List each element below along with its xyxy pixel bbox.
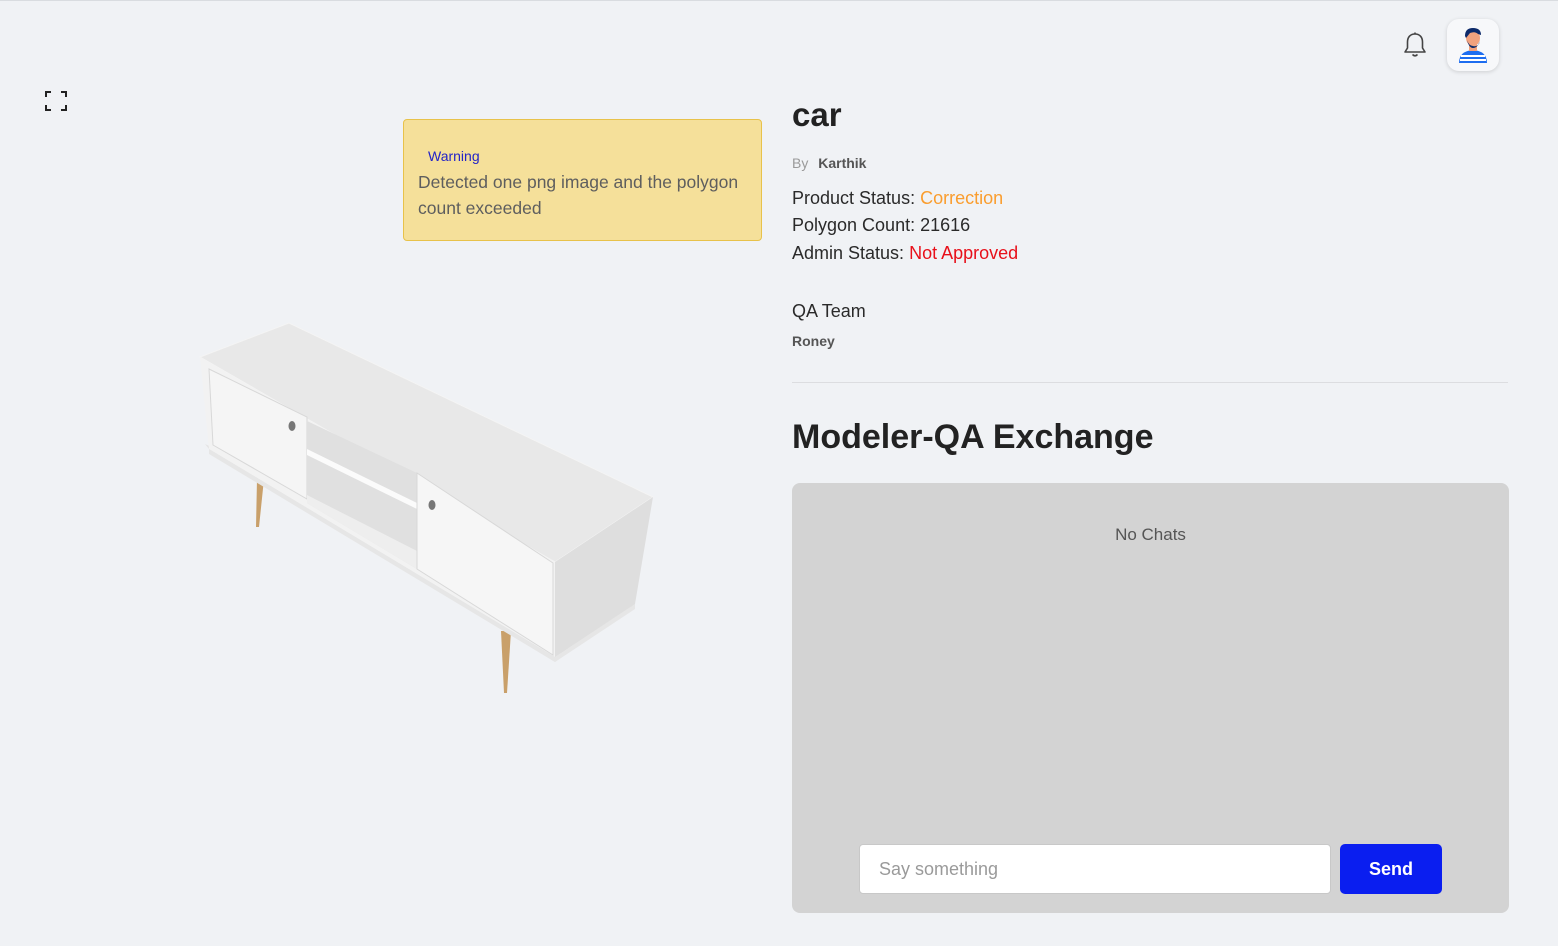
qa-team-member: Roney	[792, 333, 835, 349]
chat-panel: No Chats Send	[792, 483, 1509, 913]
product-3d-viewer[interactable]	[195, 319, 660, 697]
polygon-count-label: Polygon Count:	[792, 215, 916, 235]
admin-status-label: Admin Status:	[792, 243, 905, 263]
warning-message: Detected one png image and the polygon c…	[418, 172, 739, 218]
warning-box: Warning Detected one png image and the p…	[403, 119, 762, 241]
no-chats-text: No Chats	[1115, 525, 1186, 544]
by-label: By	[792, 155, 809, 171]
exchange-title: Modeler-QA Exchange	[792, 418, 1154, 456]
product-status-label: Product Status:	[792, 188, 916, 208]
bell-icon[interactable]	[1402, 31, 1428, 59]
user-avatar-icon[interactable]	[1447, 19, 1499, 71]
author-name: Karthik	[818, 155, 867, 171]
fullscreen-icon[interactable]	[44, 90, 68, 112]
send-button[interactable]: Send	[1340, 844, 1442, 894]
qa-team-label: QA Team	[792, 301, 866, 321]
tv-cabinet-model	[198, 322, 655, 693]
section-divider	[792, 382, 1508, 383]
chat-message-input[interactable]	[859, 844, 1331, 894]
product-status-value: Correction	[920, 188, 1004, 208]
warning-title: Warning	[428, 148, 480, 164]
product-title: car	[792, 96, 842, 133]
product-status-line: Product Status: Correction	[792, 188, 1003, 209]
author-line: By Karthik	[792, 155, 866, 171]
admin-status-value: Not Approved	[909, 243, 1019, 263]
polygon-count-line: Polygon Count: 21616	[792, 215, 970, 236]
admin-status-line: Admin Status: Not Approved	[792, 243, 1018, 264]
polygon-count-value: 21616	[920, 215, 971, 235]
